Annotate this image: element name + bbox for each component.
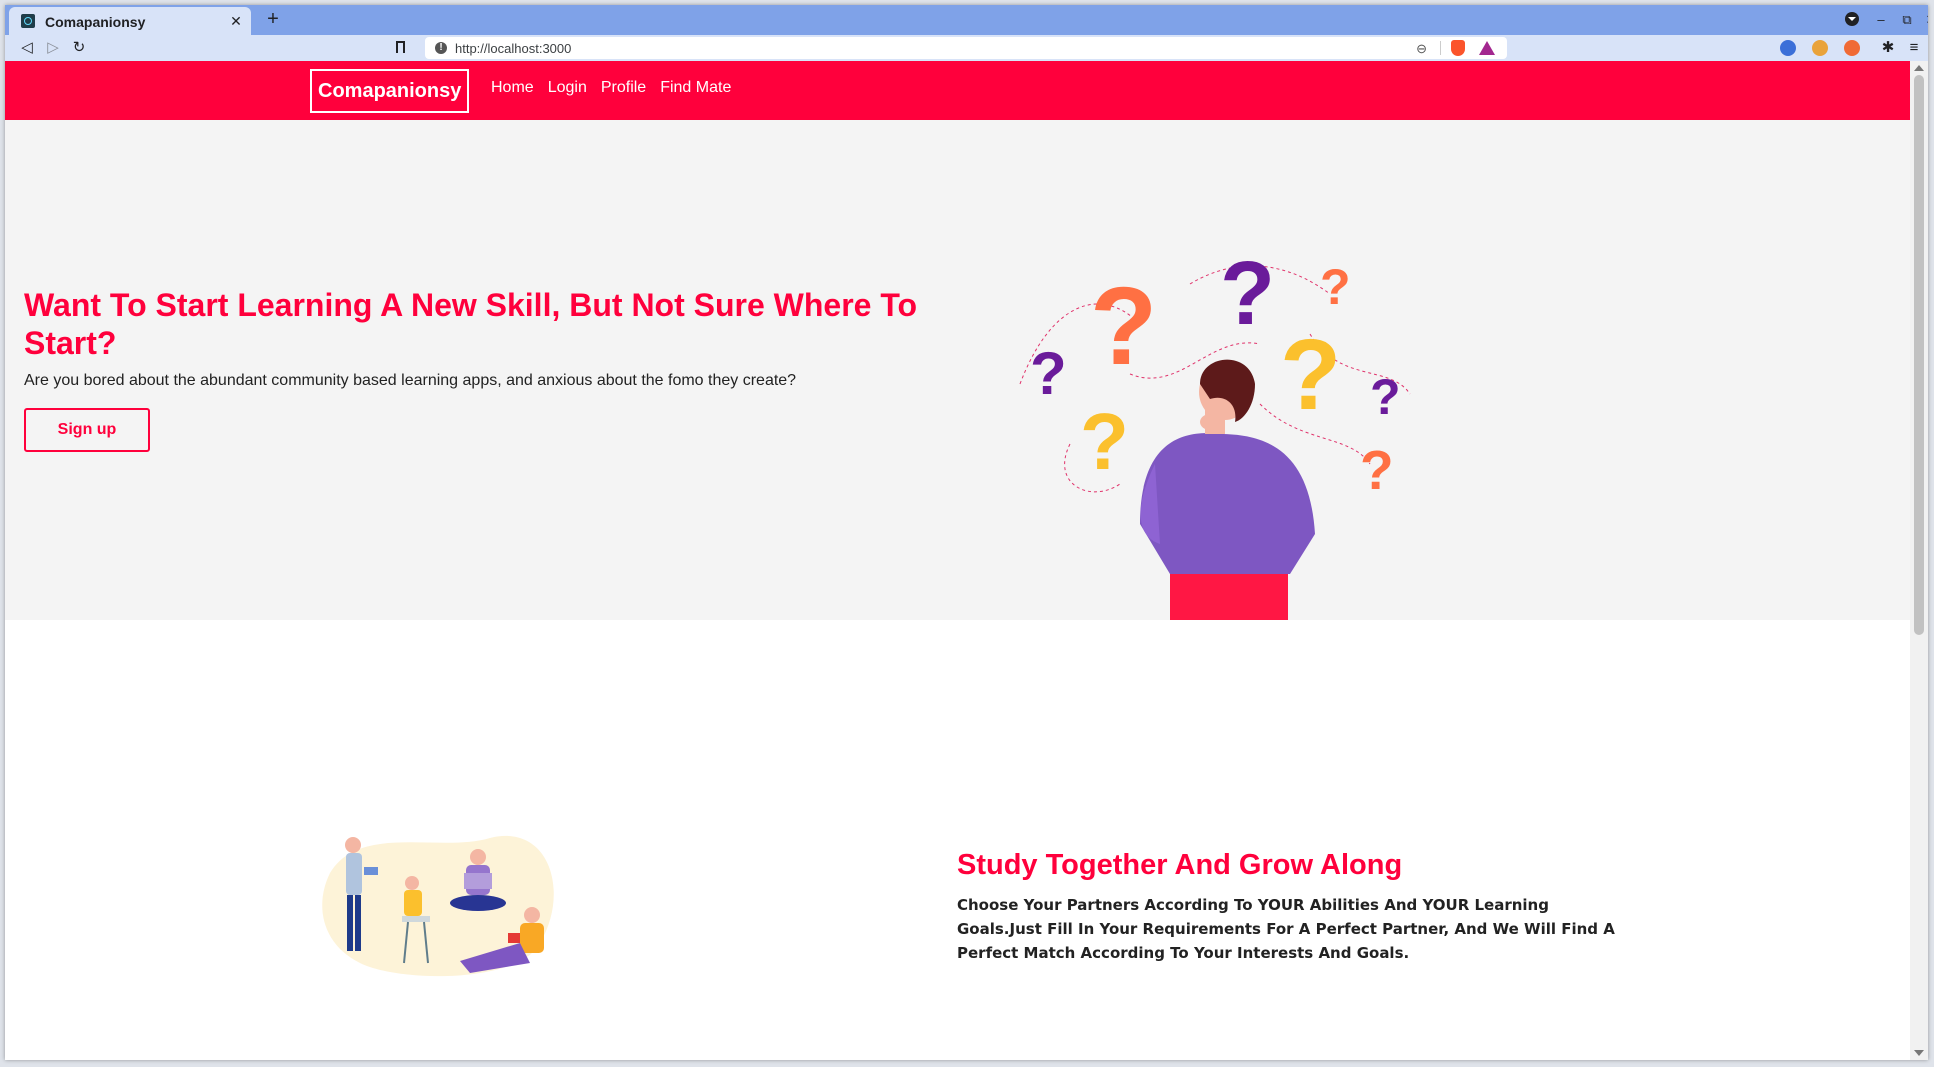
hero-title: Want To Start Learning A New Skill, But …: [24, 287, 918, 361]
tab-search-icon[interactable]: [1845, 12, 1859, 26]
page-content: Comapanionsy Home Login Profile Find Mat…: [5, 61, 1910, 1060]
url-text[interactable]: http://localhost:3000: [455, 41, 571, 56]
question-marks-illustration: ? ? ? ? ? ? ? ?: [1019, 244, 1411, 620]
tab-strip: Comapanionsy ✕ + – ⧉ ✕: [5, 5, 1928, 35]
browser-toolbar: ◁ ▷ ↻ ! http://localhost:3000 ⊖ ✱ ≡: [5, 35, 1928, 61]
extension-owl-icon[interactable]: [1812, 40, 1828, 56]
brand-logo[interactable]: Comapanionsy: [310, 69, 470, 113]
restore-button[interactable]: ⧉: [1898, 11, 1916, 29]
question-mark-yellow-left: ?: [1080, 397, 1129, 486]
page-scrollbar[interactable]: [1910, 61, 1928, 1060]
nav-link-home[interactable]: Home: [491, 79, 534, 97]
nav-link-find-mate[interactable]: Find Mate: [660, 79, 731, 97]
site-info-icon[interactable]: !: [435, 42, 447, 54]
question-mark-purple-right: ?: [1370, 369, 1401, 425]
question-mark-purple-left: ?: [1030, 340, 1067, 407]
question-mark-purple-top: ?: [1220, 244, 1275, 344]
tab-close-icon[interactable]: ✕: [227, 12, 245, 30]
study-section-title: Study Together And Grow Along: [957, 849, 1403, 881]
nav-link-login[interactable]: Login: [548, 79, 587, 97]
tab-title: Comapanionsy: [45, 14, 146, 30]
forward-icon[interactable]: ▷: [43, 38, 63, 58]
scroll-up-icon[interactable]: [1914, 65, 1924, 71]
url-separator: [1440, 41, 1441, 55]
scroll-down-icon[interactable]: [1914, 1050, 1924, 1056]
extension-globe-icon[interactable]: [1780, 40, 1796, 56]
browser-tab[interactable]: Comapanionsy ✕: [9, 7, 251, 35]
react-favicon-icon: [21, 14, 35, 28]
group-studying-illustration: [322, 835, 554, 977]
signup-button[interactable]: Sign up: [24, 408, 150, 452]
scroll-thumb[interactable]: [1914, 75, 1924, 635]
address-bar[interactable]: ! http://localhost:3000 ⊖: [425, 37, 1507, 59]
menu-icon[interactable]: ≡: [1904, 38, 1924, 58]
question-mark-orange-bottom: ?: [1360, 439, 1394, 501]
new-tab-button[interactable]: +: [261, 8, 285, 32]
question-mark-orange-small: ?: [1320, 259, 1351, 315]
bookmark-icon[interactable]: [396, 41, 405, 53]
extensions-puzzle-icon[interactable]: ✱: [1878, 38, 1898, 58]
minimize-button[interactable]: –: [1872, 11, 1890, 29]
zoom-icon[interactable]: ⊖: [1416, 41, 1427, 57]
study-section-description: Choose Your Partners According To YOUR A…: [957, 896, 1615, 962]
nav-link-profile[interactable]: Profile: [601, 79, 646, 97]
close-window-button[interactable]: ✕: [1922, 11, 1928, 29]
brave-shield-icon[interactable]: [1451, 40, 1465, 56]
question-mark-yellow-right: ?: [1280, 319, 1341, 431]
nav-links: Home Login Profile Find Mate: [491, 79, 731, 97]
reload-icon[interactable]: ↻: [69, 38, 89, 58]
brave-rewards-icon[interactable]: [1479, 41, 1495, 55]
site-navbar: Comapanionsy Home Login Profile Find Mat…: [5, 61, 1910, 120]
question-mark-orange-large: ?: [1090, 265, 1157, 388]
back-icon[interactable]: ◁: [17, 38, 37, 58]
hero-subtitle: Are you bored about the abundant communi…: [24, 372, 797, 389]
hero-section: Want To Start Learning A New Skill, But …: [5, 120, 1910, 620]
extension-flame-icon[interactable]: [1844, 40, 1860, 56]
browser-window: Comapanionsy ✕ + – ⧉ ✕ ◁ ▷ ↻ ! http://lo…: [5, 5, 1928, 1060]
